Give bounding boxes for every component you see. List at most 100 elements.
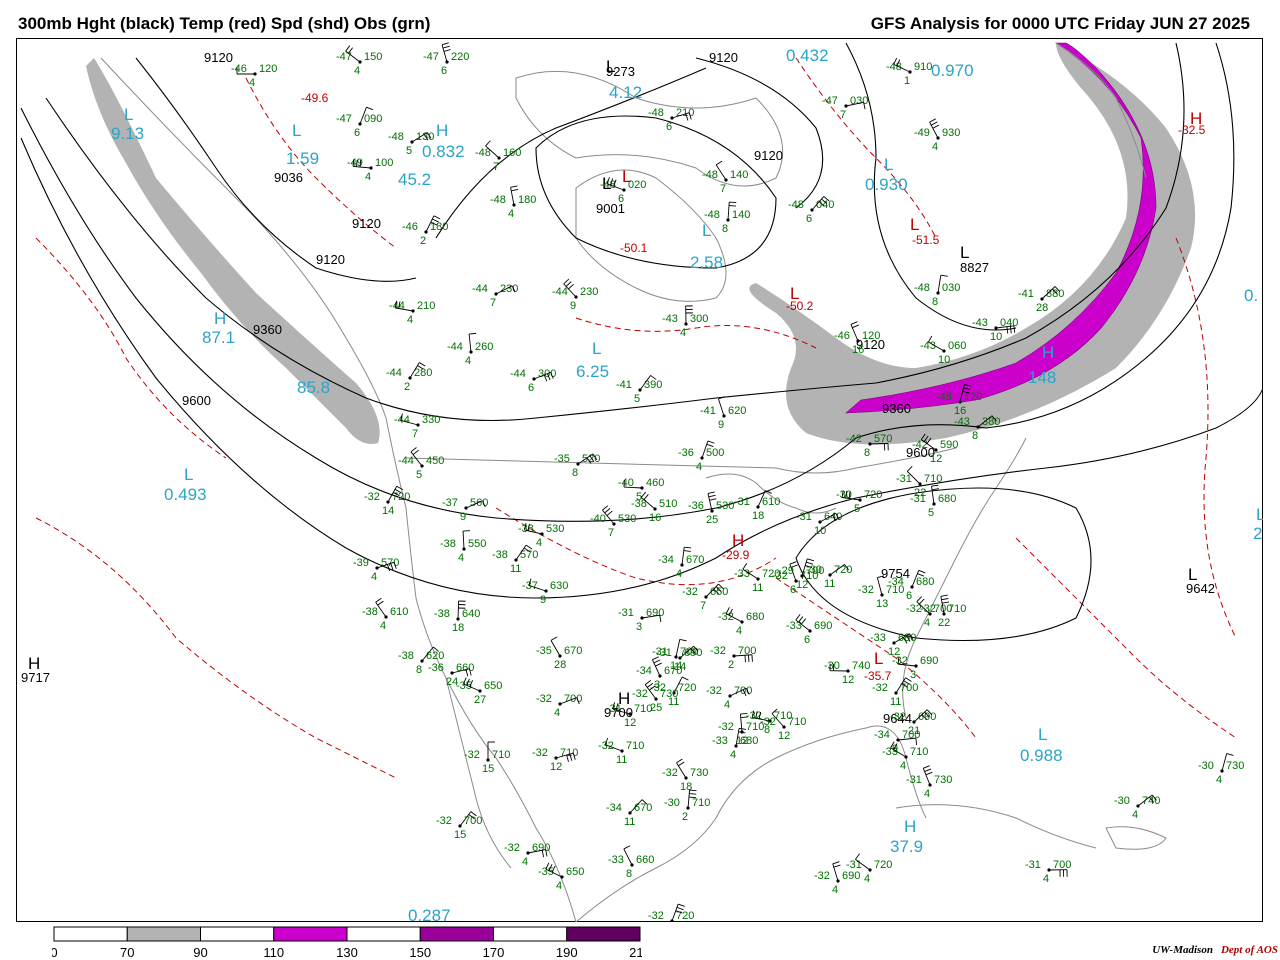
high-marker: H	[732, 531, 744, 550]
obs-temp: -44	[398, 455, 414, 467]
obs-height: 650	[710, 586, 728, 598]
height-label: 9360	[882, 401, 911, 416]
height-label: 9120	[204, 50, 233, 65]
obs-temp: -38	[440, 538, 456, 550]
obs-temp: -31	[906, 774, 922, 786]
obs-temp: -33	[882, 746, 898, 758]
obs-dewpoint-depression: 9	[540, 594, 546, 606]
obs-height: 220	[451, 51, 469, 63]
obs-dewpoint-depression: 10	[814, 525, 826, 537]
obs-dewpoint-depression: 4	[900, 760, 906, 772]
obs-temp: -32	[682, 586, 698, 598]
obs-height: 720	[864, 489, 882, 501]
obs-height: 690	[532, 842, 550, 854]
obs-dewpoint-depression: 4	[736, 625, 742, 637]
obs-temp: -34	[606, 802, 622, 814]
legend-tick-label: 170	[483, 945, 505, 960]
obs-dewpoint-depression: 11	[510, 563, 521, 575]
obs-dewpoint-depression: 2	[420, 235, 426, 247]
obs-height: 710	[492, 749, 510, 761]
obs-temp: -43	[972, 317, 988, 329]
obs-temp: -44	[510, 368, 526, 380]
obs-temp: -47	[336, 113, 352, 125]
obs-temp: -30	[824, 660, 840, 672]
obs-temp: -32	[718, 721, 734, 733]
obs-dewpoint-depression: 4	[676, 568, 682, 580]
obs-dewpoint-depression: 11	[624, 816, 635, 828]
obs-height: 620	[426, 650, 444, 662]
obs-height: 460	[646, 477, 664, 489]
obs-height: 560	[470, 497, 488, 509]
obs-height: 140	[730, 169, 748, 181]
obs-temp: -30	[664, 797, 680, 809]
obs-height: 710	[788, 716, 806, 728]
speed-label: 9.13	[111, 124, 144, 143]
obs-dewpoint-depression: 4	[832, 884, 838, 896]
weather-map: 9.131.59 0.83245.24.120.4320.9700.9302.58…	[16, 38, 1263, 922]
obs-dewpoint-depression: 9	[718, 419, 724, 431]
obs-temp: -49	[914, 127, 930, 139]
obs-height: 670	[564, 645, 582, 657]
obs-temp: -38	[398, 650, 414, 662]
obs-dewpoint-depression: 12	[778, 730, 790, 742]
obs-temp: -43	[662, 313, 678, 325]
legend-bin	[53, 926, 128, 942]
obs-dewpoint-depression: 25	[706, 514, 718, 526]
obs-height: 610	[390, 606, 408, 618]
obs-height: 570	[520, 549, 538, 561]
legend-bins	[53, 926, 641, 942]
obs-temp: -36	[688, 500, 704, 512]
obs-height: 300	[690, 313, 708, 325]
obs-height: 690	[814, 620, 832, 632]
low-marker: L	[790, 284, 799, 303]
obs-dewpoint-depression: 9	[570, 300, 576, 312]
speed-label: 2.58	[690, 253, 723, 272]
low-marker: L	[1188, 565, 1197, 584]
speed-label: 4.12	[609, 83, 642, 102]
obs-dewpoint-depression: 11	[616, 754, 627, 766]
obs-temp: -35	[554, 453, 570, 465]
obs-dewpoint-depression: 4	[407, 314, 413, 326]
obs-dewpoint-depression: 12	[550, 761, 562, 773]
obs-dewpoint-depression: 4	[508, 208, 514, 220]
speed-label: 1.59	[286, 149, 319, 168]
obs-dewpoint-depression: 4	[536, 537, 542, 549]
temperature-label: -51.5	[912, 233, 940, 247]
obs-dewpoint-depression: 2	[682, 811, 688, 823]
obs-dewpoint-depression: 15	[454, 829, 466, 841]
low-marker: L	[884, 155, 893, 174]
obs-temp: -32	[504, 842, 520, 854]
obs-temp: -31	[1025, 859, 1041, 871]
obs-temp: -31	[734, 496, 750, 508]
obs-dewpoint-depression: 5	[416, 469, 422, 481]
obs-dewpoint-depression: 4	[680, 327, 686, 339]
obs-dewpoint-depression: 13	[876, 598, 888, 610]
obs-dewpoint-depression: 6	[354, 127, 360, 139]
obs-dewpoint-depression: 5	[634, 393, 640, 405]
obs-temp: -32	[662, 767, 678, 779]
obs-dewpoint-depression: 10	[938, 354, 950, 366]
obs-height: 680	[898, 632, 916, 644]
low-marker: L	[1256, 505, 1263, 524]
obs-dewpoint-depression: 25	[650, 702, 662, 714]
obs-height: 060	[948, 340, 966, 352]
obs-temp: -46	[834, 330, 850, 342]
obs-dewpoint-depression: 18	[452, 622, 464, 634]
obs-height: 730	[1226, 760, 1244, 772]
obs-temp: -32	[872, 682, 888, 694]
obs-dewpoint-depression: 8	[416, 664, 422, 676]
obs-dewpoint-depression: 9	[460, 511, 466, 523]
obs-temp: -32	[364, 491, 380, 503]
obs-temp: -44	[552, 286, 568, 298]
high-marker: H	[436, 121, 448, 140]
wind-barb-flag	[352, 159, 355, 167]
obs-height: 720	[874, 859, 892, 871]
obs-temp: -38	[492, 549, 508, 561]
obs-dewpoint-depression: 15	[482, 763, 494, 775]
obs-temp: -29	[778, 565, 794, 577]
obs-height: 640	[824, 511, 842, 523]
obs-height: 690	[918, 711, 936, 723]
obs-dewpoint-depression: 4	[380, 620, 386, 632]
obs-dewpoint-depression: 4	[249, 77, 255, 89]
obs-temp: -46	[231, 63, 247, 75]
